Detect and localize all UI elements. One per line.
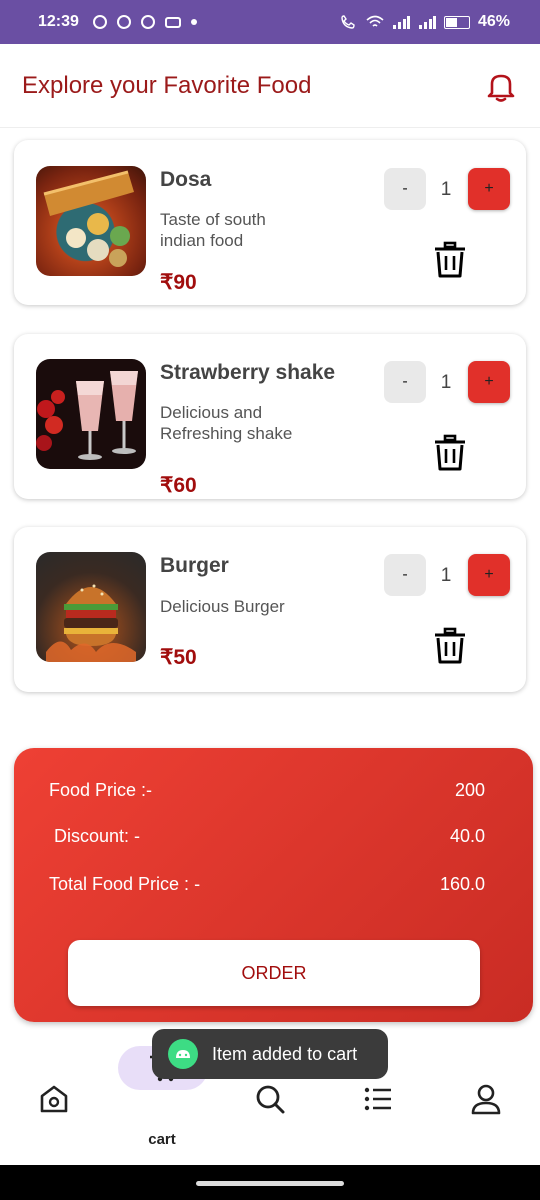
cart-item-card: Burger Delicious Burger ₹50 - 1 + [14,527,526,692]
discount-label: Discount: - [54,826,141,846]
order-button[interactable]: ORDER [68,940,480,1006]
nav-profile[interactable] [456,1069,516,1129]
item-description: Taste of south indian food [160,210,266,250]
dosa-image [36,166,146,276]
bell-icon[interactable] [484,69,518,103]
android-icon [168,1039,198,1069]
cart-item-card: Strawberry shake Delicious and Refreshin… [14,334,526,499]
increase-quantity-button[interactable]: + [468,168,510,210]
decrease-quantity-button[interactable]: - [384,361,426,403]
burger-image [36,552,146,662]
page-title: Explore your Favorite Food [22,71,312,99]
item-price: ₹90 [160,271,197,294]
battery-percent: 46% [477,13,510,30]
search-icon [256,1085,285,1114]
wifi-icon [366,15,384,27]
food-price-label: Food Price :- [49,780,153,800]
list-icon [364,1087,391,1111]
decrease-quantity-button[interactable]: - [384,554,426,596]
nav-cart-label: cart [148,1131,176,1148]
battery-icon [443,15,470,29]
item-name: Dosa [160,168,212,191]
item-name: Strawberry shake [160,361,336,384]
item-quantity: 1 [440,565,452,586]
total-price-value: 160.0 [439,874,485,894]
item-quantity: 1 [440,179,452,200]
home-gesture-bar[interactable] [196,1181,344,1186]
video-icon [164,16,181,28]
profile-icon [471,1084,501,1115]
status-time: 12:39 [38,13,79,30]
whatsapp-icon [92,15,107,29]
item-price: ₹50 [160,646,197,669]
signal-icon-2 [418,16,436,29]
more-notifications-icon [190,19,197,25]
food-price-value: 200 [454,780,485,800]
system-icons: 46% [340,13,510,31]
home-icon [40,1085,68,1113]
chat-icon [116,15,131,29]
item-quantity: 1 [440,372,452,393]
delete-icon[interactable] [432,627,468,665]
call-icon [341,15,355,29]
delete-icon[interactable] [432,241,468,279]
item-name: Burger [160,554,229,577]
message-icon [140,15,155,29]
discount-value: 40.0 [449,826,485,846]
increase-quantity-button[interactable]: + [468,554,510,596]
item-description: Delicious and Refreshing shake [160,403,293,443]
app-header: Explore your Favorite Food [0,44,540,128]
toast-notification: Item added to cart [152,1029,388,1079]
decrease-quantity-button[interactable]: - [384,168,426,210]
item-description: Delicious Burger [160,597,285,616]
nav-home[interactable] [24,1069,84,1129]
toast-message: Item added to cart [212,1043,358,1064]
item-price: ₹60 [160,474,197,497]
increase-quantity-button[interactable]: + [468,361,510,403]
strawberry-shake-image [36,359,146,469]
status-bar: 12:39 46% [0,0,540,44]
system-navigation-bar [0,1165,540,1200]
total-price-label: Total Food Price : - [49,874,201,894]
signal-icon [392,16,410,29]
cart-item-card: Dosa Taste of south indian food ₹90 - 1 … [14,140,526,305]
delete-icon[interactable] [432,434,468,472]
notification-icons [92,15,197,29]
price-summary-panel: Food Price :- 200 Discount: - 40.0 Total… [14,748,533,1022]
